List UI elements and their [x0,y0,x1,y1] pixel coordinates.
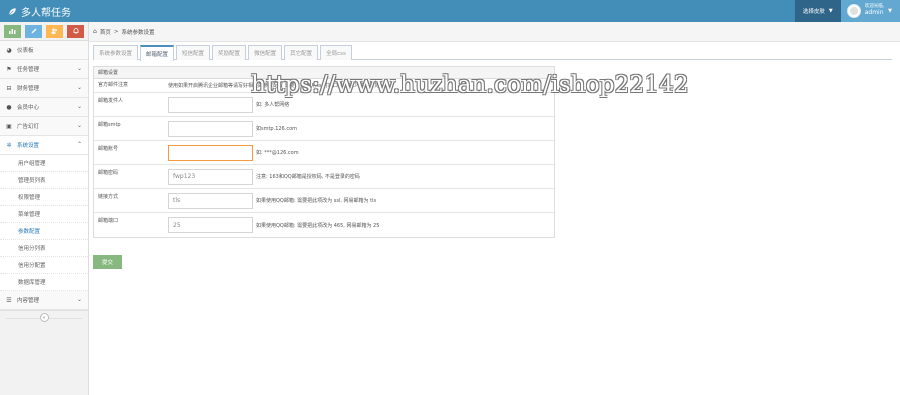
panel-title: 邮箱设置 [94,67,554,79]
field-label: 邮箱端口 [98,218,119,224]
form-row-port: 邮箱端口 如果使用QQ邮箱: 需要把此项改为 465, 网易邮箱为 25 [94,213,554,237]
users-icon[interactable] [46,24,63,38]
tab-wechat-config[interactable]: 微信配置 [248,45,283,60]
field-label: 邮箱密码 [98,170,119,176]
app-brand[interactable]: 多人帮任务 [8,4,71,19]
collapse-sidebar-icon[interactable]: « [39,313,49,322]
tab-email-config[interactable]: 邮箱配置 [140,45,175,61]
picture-icon: ▣ [6,122,12,130]
tab-reward-config[interactable]: 奖励配置 [212,45,247,60]
field-hint: 如: ***@126.com [256,150,299,156]
tab-global-css[interactable]: 全局css [320,45,352,60]
dashboard-icon: ◕ [6,46,12,54]
username: admin [864,9,884,17]
field-label: 邮箱账号 [98,146,119,152]
sidebar-shortcuts [0,22,88,41]
sidebar-item-label: 仪表板 [17,48,34,54]
chevron-up-icon: ⌃ [76,141,82,148]
user-icon: ● [6,103,12,111]
tab-sms-config[interactable]: 短信配置 [176,45,211,60]
notice-text: 使用如果开启腾讯企业邮箱等请写好相关的参数配置 需要注意:使用ssl时端口号不能… [168,83,380,89]
chevron-down-icon: ⌄ [76,122,82,129]
connection-input[interactable] [168,192,253,209]
bell-icon[interactable] [67,24,84,38]
submenu-item-active[interactable]: 参数配置 [0,223,88,240]
field-hint: 注意: 163和QQ邮箱是授权码, 不是登录的密码 [256,174,360,180]
form-row-smtp: 邮箱smtp 如smtp.126.com [94,117,554,141]
avatar [846,4,861,18]
form-row-password: 邮箱密码 注意: 163和QQ邮箱是授权码, 不是登录的密码 [94,165,554,189]
chevron-down-icon: ⌄ [76,103,82,110]
chart-icon[interactable] [4,24,21,38]
money-icon: ⊟ [6,84,12,92]
smtp-input[interactable] [168,120,253,137]
sender-input[interactable] [168,96,253,113]
pencil-icon[interactable] [25,24,42,38]
main-content: ⌂ 首页 > 系统参数设置 系统参数设置 邮箱配置 短信配置 奖励配置 微信配置… [89,22,900,395]
sidebar-item-finance[interactable]: ⊟ 财务管理 ⌄ [0,79,88,98]
password-input[interactable] [168,168,253,185]
leaf-icon [8,7,17,16]
field-label: 邮箱发件人 [98,98,124,104]
settings-tabs: 系统参数设置 邮箱配置 短信配置 奖励配置 微信配置 其它配置 全局css [93,45,892,61]
notice-label: 官方邮件注意 [98,82,129,88]
flag-icon: ⚑ [6,65,12,73]
skin-selector-button[interactable]: 选择皮肤 ▼ [794,0,841,22]
submenu-item[interactable]: 用户组管理 [0,155,88,172]
chevron-down-icon: ⌄ [76,84,82,91]
field-label: 邮箱smtp [98,122,121,128]
submenu-item[interactable]: 权限管理 [0,189,88,206]
field-hint: 如: 多人帮网络 [256,102,290,108]
submenu-item[interactable]: 信用分列表 [0,240,88,257]
sidebar-item-label: 系统设置 [17,143,40,149]
top-navbar: 多人帮任务 选择皮肤 ▼ 欢迎光临, admin ▼ [0,0,900,22]
submenu-item[interactable]: 数据库管理 [0,274,88,291]
submenu-item[interactable]: 管理员列表 [0,172,88,189]
account-input[interactable] [168,144,253,161]
sidebar-item-label: 会员中心 [17,105,40,111]
sidebar-item-content[interactable]: ☰ 内容管理 ⌄ [0,291,88,310]
tab-other-config[interactable]: 其它配置 [284,45,319,60]
field-hint: 如果使用QQ邮箱: 需要把此项改为 465, 网易邮箱为 25 [256,222,380,229]
port-input[interactable] [168,217,253,233]
sidebar-item-tasks[interactable]: ⚑ 任务管理 ⌄ [0,60,88,79]
user-menu[interactable]: 欢迎光临, admin ▼ [840,0,900,22]
app-title: 多人帮任务 [21,8,71,19]
email-settings-panel: 邮箱设置 官方邮件注意 使用如果开启腾讯企业邮箱等请写好相关的参数配置 需要注意… [93,66,555,238]
sidebar-item-settings[interactable]: ✲ 系统设置 ⌃ [0,136,88,155]
skin-label: 选择皮肤 [802,9,825,15]
sidebar-item-label: 任务管理 [17,67,40,73]
gear-icon: ✲ [6,141,12,149]
sidebar-item-label: 内容管理 [17,298,40,304]
submenu-item[interactable]: 菜单管理 [0,206,88,223]
breadcrumb-separator: > [113,28,119,35]
sidebar-collapse-bar: « [0,310,88,324]
form-row-account: 邮箱账号 如: ***@126.com [94,141,554,165]
tab-system-params[interactable]: 系统参数设置 [93,45,139,60]
sidebar-item-ads[interactable]: ▣ 广告幻灯 ⌄ [0,117,88,136]
sidebar-item-members[interactable]: ● 会员中心 ⌄ [0,98,88,117]
submit-button[interactable]: 提交 [93,255,122,269]
sidebar-item-label: 财务管理 [17,86,40,92]
chevron-down-icon: ⌄ [76,296,82,303]
sidebar: ◕ 仪表板 ⚑ 任务管理 ⌄ ⊟ 财务管理 ⌄ ● 会员中心 ⌄ ▣ 广告幻灯 … [0,22,89,395]
form-row-sender: 邮箱发件人 如: 多人帮网络 [94,93,554,117]
home-icon: ⌂ [93,28,97,35]
sidebar-item-dashboard[interactable]: ◕ 仪表板 [0,41,88,60]
notice-row: 官方邮件注意 使用如果开启腾讯企业邮箱等请写好相关的参数配置 需要注意:使用ss… [94,79,554,93]
breadcrumb-home[interactable]: 首页 [100,28,111,36]
breadcrumb-current: 系统参数设置 [121,29,155,36]
field-hint: 如果使用QQ邮箱: 需要把此项改为 ssl, 网易邮箱为 tls [256,198,377,204]
caret-down-icon: ▼ [828,8,833,14]
settings-submenu: 用户组管理 管理员列表 权限管理 菜单管理 参数配置 信用分列表 信用分配置 数… [0,155,88,291]
field-hint: 如smtp.126.com [256,126,298,132]
submenu-item[interactable]: 信用分配置 [0,257,88,274]
form-row-connection: 链接方式 如果使用QQ邮箱: 需要把此项改为 ssl, 网易邮箱为 tls [94,189,554,213]
chevron-down-icon: ⌄ [76,65,82,72]
sidebar-item-label: 广告幻灯 [17,124,40,130]
caret-down-icon: ▼ [888,8,892,14]
list-icon: ☰ [6,296,12,304]
field-label: 链接方式 [98,194,119,200]
breadcrumb: ⌂ 首页 > 系统参数设置 [89,22,900,42]
